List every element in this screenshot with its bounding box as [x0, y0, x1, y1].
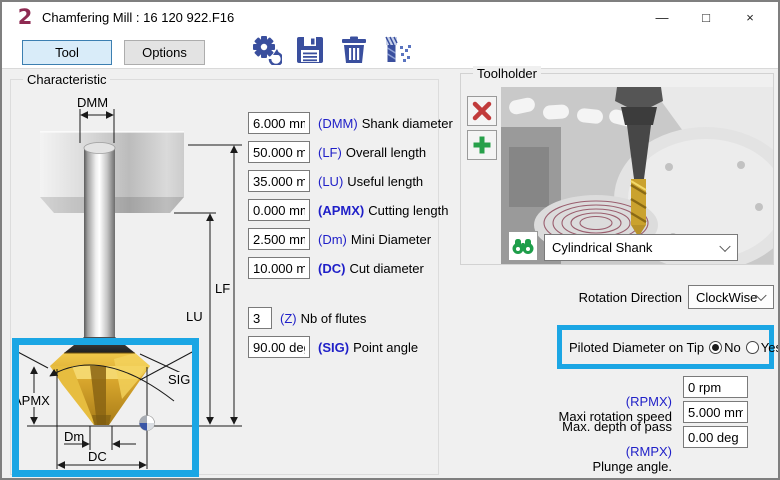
add-toolholder-button[interactable] — [467, 130, 497, 160]
rotation-direction-value: ClockWise — [696, 290, 757, 305]
tool-chips-icon — [383, 36, 413, 64]
settings-sync-button[interactable] — [250, 35, 282, 65]
code-dmm: (DMM) — [318, 116, 358, 131]
label-overall-length: Overall length — [346, 145, 426, 160]
tool-simulation-button[interactable] — [382, 35, 414, 65]
label-point-angle: Point angle — [353, 340, 418, 355]
piloted-diameter-group: Piloted Diameter on Tip No Yes — [557, 325, 774, 369]
code-lu: (LU) — [318, 174, 343, 189]
toolbar: Tool Options — [2, 32, 778, 68]
piloted-no-radio[interactable]: No — [709, 340, 741, 355]
toolholder-group-label: Toolholder — [473, 66, 541, 81]
save-floppy-icon — [296, 36, 324, 64]
code-dc: (DC) — [318, 261, 345, 276]
cut-diameter-input[interactable] — [248, 257, 310, 279]
plunge-angle-text: Plunge angle. — [592, 459, 672, 474]
red-x-icon — [472, 101, 492, 121]
close-button[interactable]: × — [728, 2, 772, 32]
code-rmpx: (RMPX) — [626, 444, 672, 459]
overall-length-input[interactable] — [248, 141, 310, 163]
row-nb-flutes: (Z) Nb of flutes — [248, 307, 366, 329]
title-bar: 2 Chamfering Mill : 16 120 922.F16 — □ × — [2, 2, 778, 32]
label-useful-length: Useful length — [347, 174, 423, 189]
green-plus-icon — [472, 135, 492, 155]
rotation-direction-label: Rotation Direction — [482, 290, 682, 305]
label-nb-flutes: Nb of flutes — [301, 311, 367, 326]
tab-options[interactable]: Options — [124, 40, 205, 65]
row-point-angle: (SIG) Point angle — [248, 336, 418, 358]
row-cutting-length: (APMX) Cutting length — [248, 199, 448, 221]
trash-icon — [341, 36, 367, 64]
remove-toolholder-button[interactable] — [467, 96, 497, 126]
save-button[interactable] — [294, 35, 326, 65]
app-logo-icon: 2 — [14, 6, 36, 28]
label-cutting-length: Cutting length — [368, 203, 448, 218]
radio-unselected-icon — [746, 341, 759, 354]
row-useful-length: (LU) Useful length — [248, 170, 423, 192]
shank-diameter-input[interactable] — [248, 112, 310, 134]
plunge-angle-label: (RMPX) Plunge angle. — [472, 429, 672, 480]
maxi-rotation-speed-input[interactable] — [683, 376, 748, 398]
tip-highlight-box — [12, 338, 199, 477]
plunge-angle-input[interactable] — [683, 426, 748, 448]
row-mini-diameter: (Dm) Mini Diameter — [248, 228, 431, 250]
max-depth-of-pass-input[interactable] — [683, 401, 748, 423]
code-apmx: (APMX) — [318, 203, 364, 218]
code-dm: (Dm) — [318, 232, 347, 247]
piloted-no-label: No — [724, 340, 741, 355]
piloted-diameter-label: Piloted Diameter on Tip — [569, 340, 704, 355]
cutting-length-input[interactable] — [248, 199, 310, 221]
code-z: (Z) — [280, 311, 297, 326]
row-overall-length: (LF) Overall length — [248, 141, 426, 163]
browse-toolholder-button[interactable] — [508, 231, 538, 261]
tab-tool[interactable]: Tool — [22, 40, 112, 65]
useful-length-input[interactable] — [248, 170, 310, 192]
mini-diameter-input[interactable] — [248, 228, 310, 250]
minimize-button[interactable]: — — [640, 2, 684, 32]
chevron-down-icon — [719, 240, 730, 251]
piloted-yes-radio[interactable]: Yes — [746, 340, 780, 355]
label-cut-diameter: Cut diameter — [349, 261, 423, 276]
maximize-button[interactable]: □ — [684, 2, 728, 32]
row-cut-diameter: (DC) Cut diameter — [248, 257, 424, 279]
piloted-yes-label: Yes — [761, 340, 780, 355]
dialog-window: 2 Chamfering Mill : 16 120 922.F16 — □ ×… — [0, 0, 780, 480]
toolholder-group: Toolholder — [460, 73, 774, 265]
gear-sync-icon — [250, 35, 282, 65]
label-shank-diameter: Shank diameter — [362, 116, 453, 131]
point-angle-input[interactable] — [248, 336, 310, 358]
window-title: Chamfering Mill : 16 120 922.F16 — [42, 10, 234, 25]
radio-selected-icon — [709, 341, 722, 354]
dim-label-lu: LU — [186, 309, 203, 324]
label-mini-diameter: Mini Diameter — [351, 232, 431, 247]
rotation-direction-select[interactable]: ClockWise — [688, 285, 774, 309]
delete-button[interactable] — [338, 35, 370, 65]
binoculars-icon — [512, 237, 534, 255]
dim-label-lf: LF — [215, 281, 230, 296]
code-sig: (SIG) — [318, 340, 349, 355]
code-lf: (LF) — [318, 145, 342, 160]
nb-flutes-input[interactable] — [248, 307, 272, 329]
dialog-content: Characteristic — [2, 68, 778, 478]
shank-type-select[interactable]: Cylindrical Shank — [544, 234, 738, 261]
dim-label-dmm: DMM — [77, 95, 108, 110]
row-shank-diameter: (DMM) Shank diameter — [248, 112, 453, 134]
shank-type-value: Cylindrical Shank — [552, 240, 652, 255]
